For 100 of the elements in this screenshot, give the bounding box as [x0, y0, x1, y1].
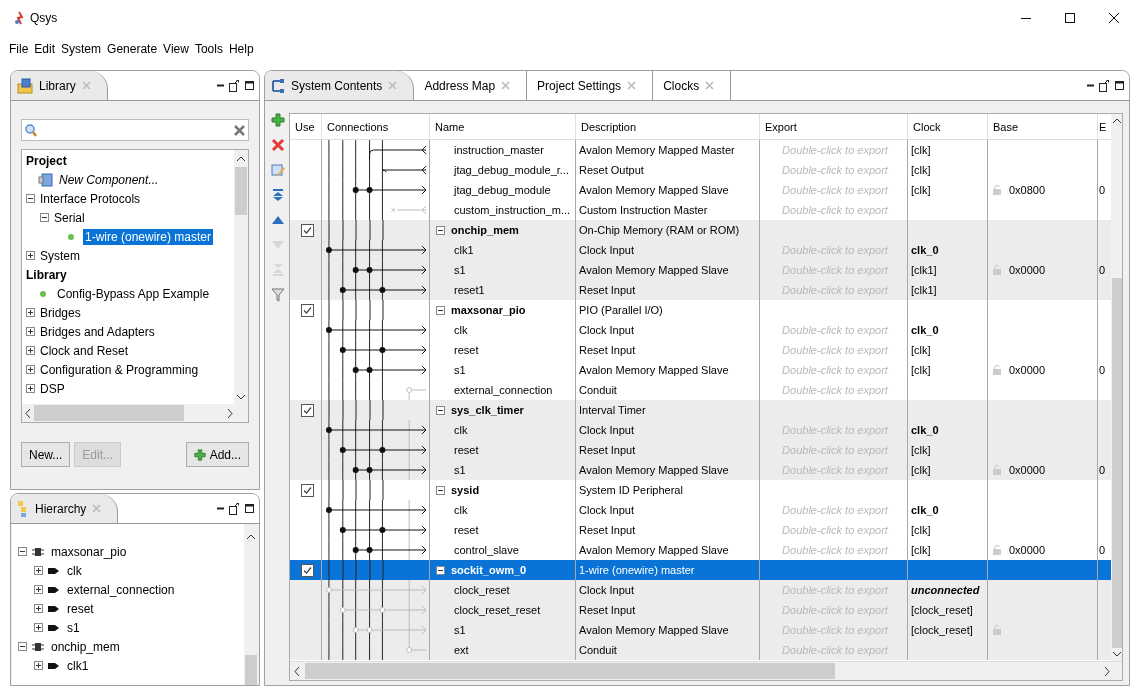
add-button[interactable]: Add... [185, 442, 249, 467]
table-row[interactable]: onchip_mem On-Chip Memory (RAM or ROM) [290, 220, 1111, 240]
vertical-scrollbar[interactable] [234, 150, 248, 404]
table-row[interactable]: sockit_owm_0 1-wire (onewire) master [290, 560, 1111, 580]
tree-item[interactable]: Serial [52, 209, 87, 226]
scroll-up-icon[interactable] [1112, 118, 1121, 123]
tree-item[interactable]: Interface Protocols [38, 190, 143, 207]
expand-toggle[interactable] [26, 308, 35, 317]
tree-item[interactable]: 1-wire (onewire) master [83, 228, 214, 245]
expand-toggle[interactable] [34, 585, 43, 594]
column-header[interactable]: Use [295, 120, 315, 133]
expand-toggle[interactable] [26, 327, 35, 336]
scroll-right-icon[interactable] [228, 408, 233, 418]
tree-item[interactable]: DSP [38, 380, 67, 397]
menu-item[interactable]: Generate [107, 42, 158, 56]
column-header[interactable]: E [1099, 120, 1107, 133]
checkbox[interactable] [300, 223, 314, 237]
close-icon[interactable] [1109, 13, 1119, 23]
checkbox[interactable] [300, 303, 314, 317]
maximize-icon[interactable] [245, 504, 254, 513]
checkbox[interactable] [300, 403, 314, 417]
tree-item[interactable]: Config-Bypass App Example [55, 285, 212, 302]
tree-item[interactable]: clk [65, 562, 84, 579]
column-header[interactable]: Description [581, 120, 637, 133]
vertical-scrollbar[interactable] [1111, 114, 1122, 661]
expand-toggle[interactable] [26, 384, 35, 393]
scroll-thumb[interactable] [1111, 278, 1122, 648]
scroll-thumb[interactable] [235, 167, 247, 215]
checkbox[interactable] [300, 563, 314, 577]
column-header[interactable]: Connections [327, 120, 389, 133]
tree-item[interactable]: maxsonar_pio [49, 543, 129, 560]
collapse-toggle[interactable] [18, 547, 27, 556]
tree-item[interactable]: external_connection [65, 581, 177, 598]
collapse-toggle[interactable] [436, 405, 445, 415]
table-row[interactable]: maxsonar_pio PIO (Parallel I/O) [290, 300, 1111, 320]
collapse-toggle[interactable] [436, 305, 445, 315]
expand-toggle[interactable] [26, 365, 35, 374]
tree-item[interactable]: reset [65, 600, 96, 617]
action-button[interactable]: New... [21, 442, 71, 467]
scroll-down-icon[interactable] [1112, 652, 1121, 657]
category-label[interactable]: Library [24, 266, 69, 283]
clear-icon[interactable] [234, 124, 245, 136]
scroll-thumb[interactable] [245, 655, 257, 685]
menu-item[interactable]: Help [228, 42, 254, 56]
vertical-scrollbar[interactable] [244, 524, 258, 685]
expand-toggle[interactable] [26, 346, 35, 355]
collapse-toggle[interactable] [26, 194, 35, 203]
menu-item[interactable]: View [163, 42, 189, 56]
restore-icon[interactable] [229, 502, 240, 515]
scroll-left-icon[interactable] [25, 408, 30, 418]
menu-item[interactable]: Tools [194, 42, 223, 56]
scroll-up-icon[interactable] [247, 534, 255, 539]
scroll-thumb[interactable] [34, 405, 184, 421]
column-header[interactable]: Clock [913, 120, 941, 133]
tree-item[interactable]: New Component... [57, 171, 161, 188]
remove-icon[interactable] [271, 138, 285, 152]
table-row[interactable]: sysid System ID Peripheral [290, 480, 1111, 500]
collapse-toggle[interactable] [436, 485, 445, 495]
tree-item[interactable]: onchip_mem [49, 638, 122, 655]
category-label[interactable]: Project [24, 152, 69, 169]
scroll-up-icon[interactable] [237, 156, 245, 161]
tree-item[interactable]: s1 [65, 619, 82, 636]
menu-item[interactable]: System [61, 42, 102, 56]
add-icon[interactable] [271, 113, 285, 127]
tree-item[interactable]: Clock and Reset [38, 342, 131, 359]
minimize-icon[interactable] [1021, 17, 1031, 19]
search-field[interactable] [21, 119, 249, 141]
collapse-toggle[interactable] [40, 213, 49, 222]
maximize-icon[interactable] [1065, 13, 1075, 23]
menu-item[interactable]: Edit [34, 42, 56, 56]
tab[interactable]: System Contents [265, 71, 415, 100]
column-header[interactable]: Base [993, 120, 1019, 133]
scroll-thumb[interactable] [305, 663, 835, 679]
filter-icon[interactable] [271, 288, 285, 302]
scroll-down-icon[interactable] [237, 395, 245, 400]
tree-item[interactable]: clk1 [65, 657, 91, 674]
restore-icon[interactable] [229, 79, 240, 92]
tree-item[interactable]: System [38, 247, 82, 264]
tree-item[interactable]: Bridges [38, 304, 83, 321]
restore-icon[interactable] [1099, 79, 1110, 92]
expand-toggle[interactable] [34, 566, 43, 575]
expand-toggle[interactable] [34, 623, 43, 632]
tree-item[interactable]: Configuration & Programming [38, 361, 201, 378]
scroll-left-icon[interactable] [294, 666, 299, 676]
expand-toggle[interactable] [34, 604, 43, 613]
expand-toggle[interactable] [26, 251, 35, 260]
collapse-toggle[interactable] [436, 225, 445, 235]
expand-toggle[interactable] [34, 661, 43, 670]
move-top-icon[interactable] [271, 188, 285, 202]
table-row[interactable]: sys_clk_timer Interval Timer [290, 400, 1111, 420]
horizontal-scrollbar[interactable] [22, 404, 248, 422]
scroll-right-icon[interactable] [1105, 666, 1110, 676]
menu-item[interactable]: File [9, 42, 29, 56]
maximize-icon[interactable] [245, 81, 254, 90]
maximize-icon[interactable] [1115, 81, 1124, 90]
column-header[interactable]: Export [765, 120, 797, 133]
collapse-toggle[interactable] [436, 565, 445, 575]
horizontal-scrollbar[interactable] [290, 661, 1122, 680]
checkbox[interactable] [300, 483, 314, 497]
tree-item[interactable]: Bridges and Adapters [38, 323, 157, 340]
